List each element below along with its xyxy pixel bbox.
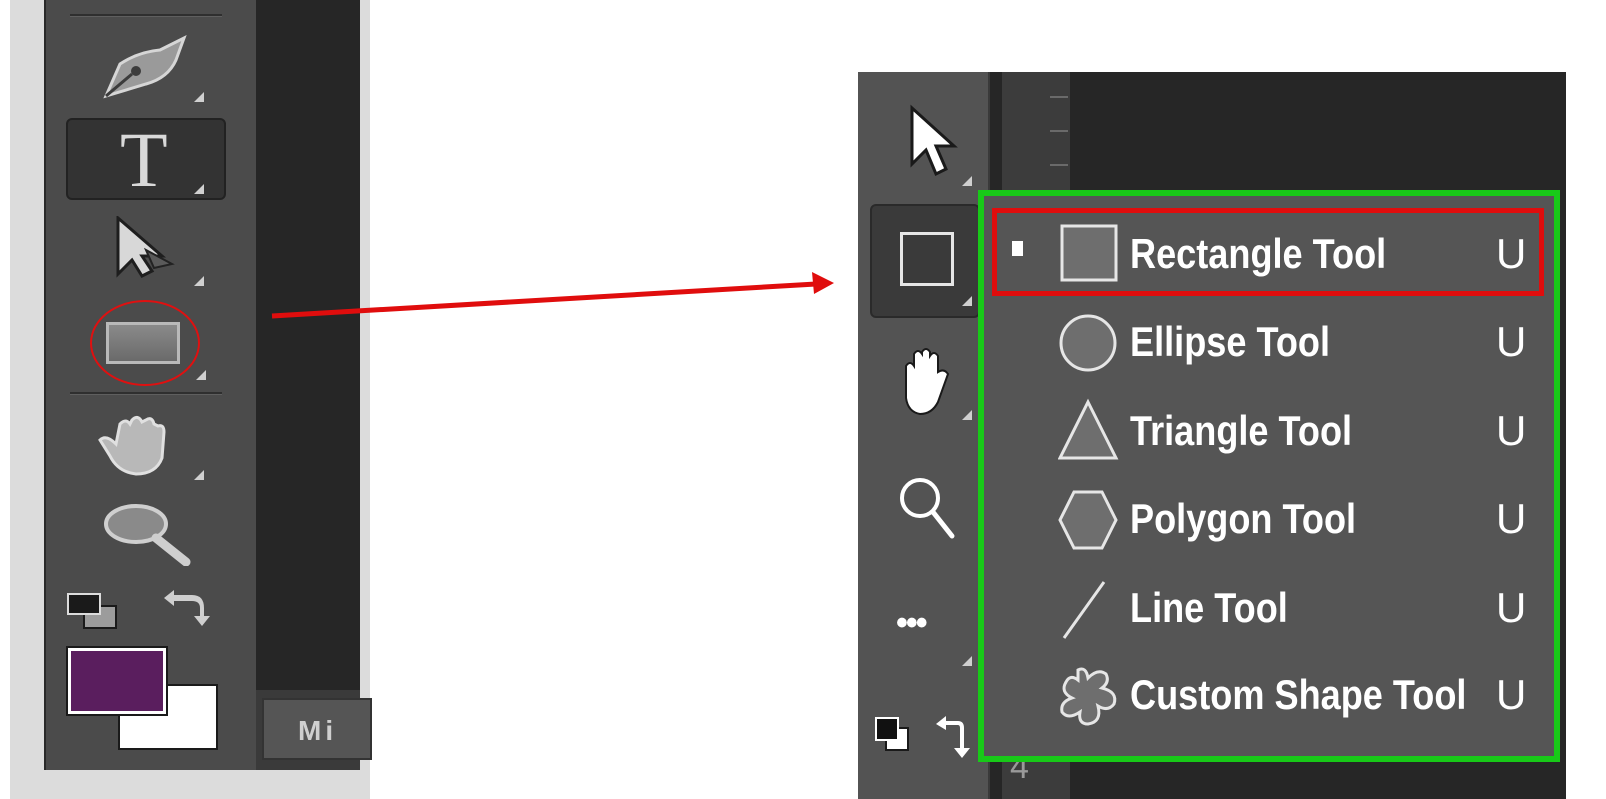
- custom-shape-icon: [1060, 667, 1117, 726]
- menu-item-shortcut: U: [1496, 495, 1527, 542]
- zoom-icon: [104, 504, 191, 567]
- path-selection-icon: [116, 214, 175, 278]
- line-icon: [1062, 581, 1106, 639]
- type-icon: T: [120, 116, 168, 203]
- tool-group-indicator: [194, 276, 204, 286]
- polygon-icon: [1058, 490, 1118, 550]
- zoom-icon: [900, 478, 955, 539]
- triangle-icon: [1058, 398, 1119, 460]
- swap-colors-icon[interactable]: [932, 712, 976, 762]
- menu-item-label: Custom Shape Tool: [1130, 671, 1467, 718]
- tool-group-indicator: [962, 176, 972, 186]
- tool-group-indicator: [196, 370, 206, 380]
- toolbar-divider: [70, 14, 222, 17]
- panel-tab[interactable]: Mi: [262, 698, 372, 760]
- tool-group-indicator: [194, 184, 204, 194]
- menu-item-label: Polygon Tool: [1130, 495, 1357, 542]
- move-tool-button[interactable]: [906, 104, 962, 182]
- ruler-tick: [1050, 130, 1068, 132]
- tool-group-indicator: [962, 410, 972, 420]
- swap-colors-icon[interactable]: [158, 586, 214, 630]
- arrow-cursor-icon: [910, 104, 958, 177]
- hand-icon: [98, 415, 166, 476]
- menu-item-shortcut: U: [1496, 318, 1527, 365]
- rectangle-tool-icon: [900, 232, 954, 286]
- menu-item-shortcut: U: [1496, 671, 1527, 718]
- tool-group-indicator: [194, 470, 204, 480]
- tool-group-indicator: [962, 656, 972, 666]
- pen-icon: [103, 34, 187, 99]
- menu-item-label: Line Tool: [1130, 584, 1288, 631]
- zoom-tool-button[interactable]: [102, 500, 194, 567]
- menu-item-shortcut: U: [1496, 407, 1527, 454]
- menu-item-shortcut: U: [1496, 230, 1527, 277]
- left-canvas-area: [256, 0, 360, 690]
- menu-item-label: Ellipse Tool: [1130, 318, 1331, 365]
- rectangle-tool-highlight: [90, 300, 200, 386]
- zoom-tool-button[interactable]: [896, 474, 956, 542]
- path-selection-tool-button[interactable]: [112, 214, 182, 278]
- default-colors-icon[interactable]: [874, 716, 914, 756]
- hand-tool-button[interactable]: [896, 346, 956, 418]
- hand-tool-button[interactable]: [96, 410, 188, 480]
- ruler-tick: [1050, 164, 1068, 166]
- pen-tool-button[interactable]: [98, 34, 190, 104]
- menu-item-shortcut: U: [1496, 584, 1527, 631]
- more-tools-icon[interactable]: •••: [896, 604, 928, 643]
- foreground-color-swatch[interactable]: [66, 646, 168, 716]
- hand-icon: [905, 348, 950, 416]
- tool-group-indicator: [194, 92, 204, 102]
- ellipse-icon: [1059, 314, 1117, 372]
- toolbar-divider: [70, 392, 222, 395]
- menu-item-label: Triangle Tool: [1130, 407, 1353, 454]
- rectangle-icon: [1060, 224, 1118, 282]
- tool-group-indicator: [962, 296, 972, 306]
- default-colors-icon[interactable]: [66, 592, 120, 632]
- ruler-tick: [1050, 96, 1068, 98]
- menu-item-label: Rectangle Tool: [1130, 230, 1387, 277]
